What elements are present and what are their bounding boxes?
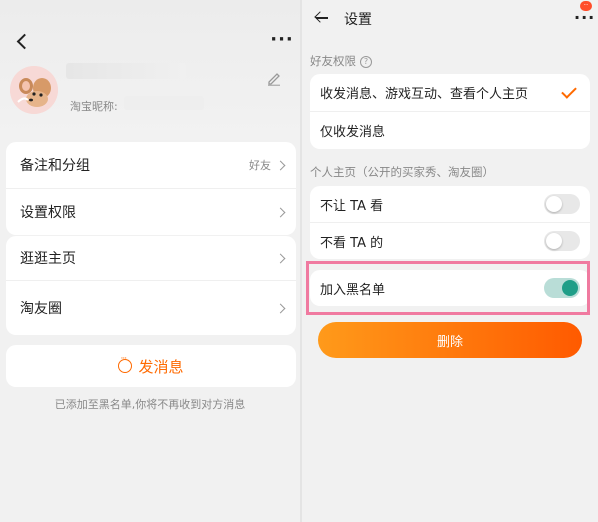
chevron-left-icon	[16, 33, 32, 49]
toggle-label: 不看 TA 的	[320, 235, 384, 251]
avatar[interactable]	[10, 66, 58, 114]
option-label: 收发消息、游戏互动、查看个人主页	[320, 87, 529, 102]
chevron-right-icon	[275, 160, 286, 170]
back-arrow-icon[interactable]	[316, 17, 328, 19]
toggle-label: 不让 TA 看	[320, 198, 384, 214]
help-icon[interactable]: ?	[360, 56, 372, 68]
notification-badge: ··	[580, 1, 592, 11]
friend-profile-panel: ··· 淘宝昵称: 备注和分组 好友 设置权限 逛逛主页 淘友圈 ··· 发消息…	[0, 0, 300, 522]
toggle-knob	[546, 196, 562, 212]
remark-group-row[interactable]: 备注和分组 好友	[6, 142, 296, 188]
friend-circle-row[interactable]: 淘友圈	[6, 280, 296, 335]
dont-see-ta-toggle[interactable]	[544, 231, 580, 251]
send-message-button[interactable]: 发消息	[6, 345, 296, 387]
back-button[interactable]	[14, 30, 34, 52]
more-button[interactable]: ···	[270, 30, 294, 50]
permission-options-card: 收发消息、游戏互动、查看个人主页 仅收发消息	[310, 74, 590, 149]
chevron-right-icon	[275, 207, 286, 217]
friend-permission-heading: 好友权限?	[310, 53, 372, 69]
row-label: 设置权限	[20, 205, 76, 221]
page-title: 设置	[344, 12, 372, 28]
settings-card-1: 备注和分组 好友 设置权限	[6, 142, 296, 235]
send-message-label: 发消息	[138, 357, 184, 376]
browse-homepage-row[interactable]: 逛逛主页	[6, 236, 296, 280]
dont-see-ta-row: 不看 TA 的	[310, 222, 590, 259]
more-dots-icon: ···	[270, 29, 294, 50]
settings-panel: 设置 ··· ·· 好友权限? 收发消息、游戏互动、查看个人主页 仅收发消息 个…	[302, 0, 598, 522]
nickname-redacted	[124, 96, 204, 110]
settings-topbar: 设置 ··· ··	[302, 0, 598, 36]
chevron-right-icon	[275, 253, 286, 263]
highlight-frame	[306, 261, 590, 315]
homepage-toggles-card: 不让 TA 看 不看 TA 的	[310, 186, 590, 259]
hide-from-ta-toggle[interactable]	[544, 194, 580, 214]
row-label: 逛逛主页	[20, 251, 76, 267]
group-tag: 好友	[249, 159, 271, 172]
checkmark-icon	[561, 82, 577, 99]
hide-from-ta-row: 不让 TA 看	[310, 186, 590, 222]
row-label: 备注和分组	[20, 158, 90, 174]
nickname-label: 淘宝昵称:	[70, 100, 118, 113]
settings-card-2: 逛逛主页 淘友圈	[6, 236, 296, 335]
edit-button[interactable]	[266, 70, 282, 86]
option-label: 仅收发消息	[320, 125, 386, 140]
permission-option-full[interactable]: 收发消息、游戏互动、查看个人主页	[310, 74, 590, 111]
set-permission-row[interactable]: 设置权限	[6, 188, 296, 235]
mouse-avatar-icon	[10, 66, 58, 114]
username-redacted	[66, 63, 186, 79]
permission-option-message-only[interactable]: 仅收发消息	[310, 111, 590, 149]
chevron-right-icon	[275, 303, 286, 313]
chat-bubble-icon	[118, 354, 133, 373]
blacklist-notice: 已添加至黑名单,你将不再收到对方消息	[54, 398, 246, 411]
pencil-icon	[268, 73, 280, 86]
delete-button[interactable]: 删除	[318, 322, 582, 358]
section-title-text: 好友权限	[310, 54, 356, 68]
row-label: 淘友圈	[20, 301, 62, 317]
homepage-heading: 个人主页（公开的买家秀、淘友圈）	[310, 165, 494, 179]
toggle-knob	[546, 233, 562, 249]
